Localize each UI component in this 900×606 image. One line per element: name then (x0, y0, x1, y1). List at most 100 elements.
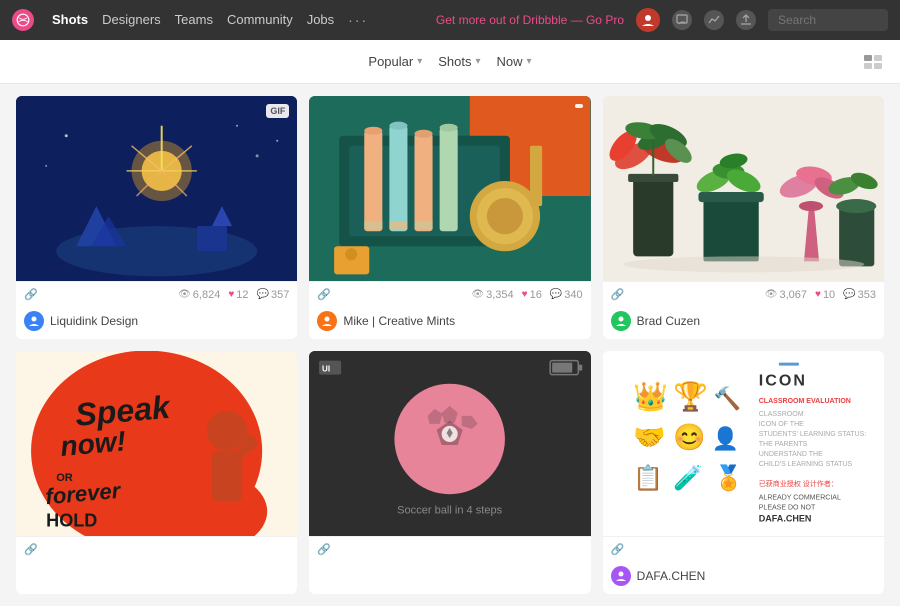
svg-text:CLASSROOM EVALUATION: CLASSROOM EVALUATION (758, 398, 850, 405)
logo[interactable] (12, 9, 34, 31)
author-name[interactable]: Brad Cuzen (637, 314, 700, 328)
heart-icon: ♥ (815, 289, 821, 300)
go-pro-link[interactable]: Get more out of Dribbble — Go Pro (436, 13, 624, 27)
shot-card: GIF 🔗 👁 6,824 ♥ 12 💬 357 (16, 96, 297, 339)
nav-more-dots[interactable]: ··· (348, 12, 368, 28)
popular-caret: ▾ (417, 56, 422, 67)
link-icon[interactable]: 🔗 (317, 288, 331, 301)
comments-stat: 💬 357 (257, 289, 290, 301)
upload-icon[interactable] (736, 10, 756, 30)
views-stat: 👁 3,354 (471, 289, 513, 301)
author-name[interactable]: Liquidink Design (50, 314, 138, 328)
author-name[interactable]: Mike | Creative Mints (343, 314, 455, 328)
svg-text:HOLD: HOLD (46, 510, 97, 530)
svg-text:🤝: 🤝 (633, 422, 666, 452)
svg-text:DAFA.CHEN: DAFA.CHEN (758, 513, 811, 523)
shot-thumbnail[interactable]: Speak now! OR forever HOLD (16, 351, 297, 536)
messages-icon[interactable] (672, 10, 692, 30)
svg-text:📋: 📋 (633, 464, 663, 492)
shot-meta: 🔗 👁 3,067 ♥ 10 💬 353 (603, 281, 884, 307)
grid-toggle[interactable] (864, 55, 884, 69)
shot-thumbnail[interactable]: UI Soccer ball (309, 351, 590, 536)
shot-thumbnail[interactable] (603, 96, 884, 281)
filter-bar: Popular ▾ Shots ▾ Now ▾ (0, 40, 900, 84)
hearts-stat: ♥ 10 (815, 289, 835, 301)
views-icon: 👁 (178, 289, 191, 300)
shot-card: 🔗 👁 3,067 ♥ 10 💬 353 (603, 96, 884, 339)
heart-icon: ♥ (522, 289, 528, 300)
now-caret: ▾ (527, 56, 532, 67)
link-icon[interactable]: 🔗 (611, 288, 625, 301)
svg-text:🏆: 🏆 (673, 380, 708, 413)
user-avatar[interactable] (636, 8, 660, 32)
views-stat: 👁 6,824 (178, 289, 220, 301)
svg-text:PLEASE DO NOT: PLEASE DO NOT (758, 504, 815, 511)
shot-thumbnail[interactable]: 👑 🏆 🔨 🤝 😊 👤 📋 🧪 🏅 ICON CLASSROOM EVALUAT… (603, 351, 884, 536)
shot-author: Liquidink Design (16, 307, 297, 339)
shot-badge: GIF (266, 104, 289, 118)
analytics-icon[interactable] (704, 10, 724, 30)
nav-community[interactable]: Community (227, 12, 293, 28)
svg-text:🔨: 🔨 (713, 385, 741, 411)
shot-thumbnail[interactable] (309, 96, 590, 281)
fireworks-illustration (16, 96, 297, 281)
nav-teams[interactable]: Teams (175, 12, 213, 28)
shot-meta: 🔗 (16, 536, 297, 562)
popular-filter[interactable]: Popular ▾ (368, 54, 422, 69)
shot-author: Brad Cuzen (603, 307, 884, 339)
author-avatar (317, 311, 337, 331)
author-name[interactable]: DAFA.CHEN (637, 569, 706, 583)
comment-icon: 💬 (843, 289, 855, 300)
shot-meta: 🔗 (603, 536, 884, 562)
comments-stat: 💬 353 (843, 289, 876, 301)
svg-text:👑: 👑 (633, 381, 668, 413)
svg-text:ALREADY COMMERCIAL: ALREADY COMMERCIAL (758, 494, 840, 501)
nav-jobs[interactable]: Jobs (307, 12, 334, 28)
nav-links: Shots Designers Teams Community Jobs ··· (52, 12, 368, 28)
link-icon[interactable]: 🔗 (611, 543, 625, 556)
link-icon[interactable]: 🔗 (24, 288, 38, 301)
svg-text:👤: 👤 (711, 425, 739, 451)
now-filter[interactable]: Now ▾ (497, 54, 532, 69)
nav-shots[interactable]: Shots (52, 12, 88, 28)
shots-caret: ▾ (476, 56, 481, 67)
link-icon[interactable]: 🔗 (317, 543, 331, 556)
shot-card: Speak now! OR forever HOLD 🔗 (16, 351, 297, 594)
comments-stat: 💬 340 (550, 289, 583, 301)
svg-text:Soccer ball in 4 steps: Soccer ball in 4 steps (397, 504, 502, 516)
svg-text:UNDERSTAND THE: UNDERSTAND THE (758, 451, 822, 458)
hearts-count: 12 (236, 289, 248, 301)
search-input[interactable] (768, 9, 888, 31)
hearts-count: 10 (823, 289, 835, 301)
comments-count: 340 (564, 289, 582, 301)
svg-text:🏅: 🏅 (713, 464, 743, 493)
svg-text:THE PARENTS: THE PARENTS (758, 441, 807, 448)
shot-card: UI Soccer ball (309, 351, 590, 594)
shot-author: DAFA.CHEN (603, 562, 884, 594)
author-avatar (611, 311, 631, 331)
nav-designers[interactable]: Designers (102, 12, 161, 28)
shot-card: 👑 🏆 🔨 🤝 😊 👤 📋 🧪 🏅 ICON CLASSROOM EVALUAT… (603, 351, 884, 594)
link-icon[interactable]: 🔗 (24, 543, 38, 556)
shot-stats: 👁 3,354 ♥ 16 💬 340 (471, 289, 582, 301)
main-content: GIF 🔗 👁 6,824 ♥ 12 💬 357 (0, 84, 900, 606)
comment-icon: 💬 (257, 289, 269, 300)
views-count: 3,354 (486, 289, 514, 301)
views-icon: 👁 (765, 289, 778, 300)
svg-text:CHILD'S LEARNING STATUS: CHILD'S LEARNING STATUS (758, 461, 852, 468)
views-count: 6,824 (193, 289, 221, 301)
shots-filter[interactable]: Shots ▾ (438, 54, 480, 69)
shot-stats: 👁 6,824 ♥ 12 💬 357 (178, 289, 289, 301)
comments-count: 353 (858, 289, 876, 301)
shot-meta: 🔗 👁 6,824 ♥ 12 💬 357 (16, 281, 297, 307)
svg-text:ICON OF THE: ICON OF THE (758, 421, 803, 428)
shot-meta: 🔗 (309, 536, 590, 562)
shot-stats: 👁 3,067 ♥ 10 💬 353 (765, 289, 876, 301)
nav-right: Get more out of Dribbble — Go Pro (436, 8, 888, 32)
views-icon: 👁 (471, 289, 484, 300)
dribbble-logo-icon (12, 9, 34, 31)
svg-text:😊: 😊 (673, 422, 706, 452)
shot-thumbnail[interactable]: GIF (16, 96, 297, 281)
author-avatar (24, 311, 44, 331)
hearts-stat: ♥ 12 (228, 289, 248, 301)
